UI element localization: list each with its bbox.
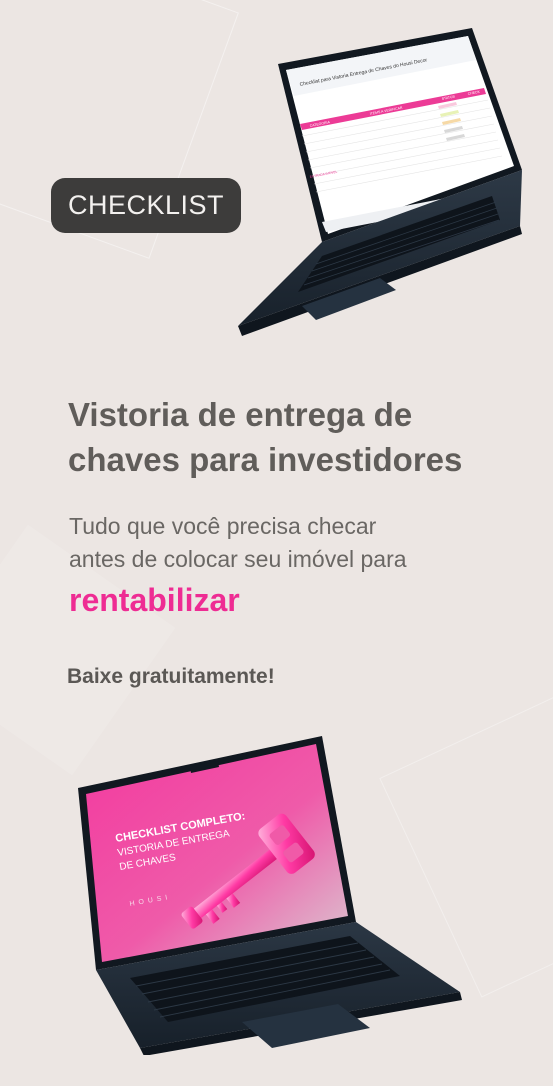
page-title: Vistoria de entrega de chaves para inves… [68,392,528,482]
subtitle-line-1: Tudo que você precisa checar [69,513,377,539]
laptop-spreadsheet-image: Checklist para Vistoria Entrega de Chave… [230,20,540,340]
checklist-badge: CHECKLIST [51,178,241,233]
laptop-cover-image: CHECKLIST COMPLETO: VISTORIA DE ENTREGA … [70,730,465,1055]
download-cta[interactable]: Baixe gratuitamente! [67,665,275,689]
subtitle-line-2: antes de colocar seu imóvel para [69,546,407,572]
subtitle: Tudo que você precisa checar antes de co… [69,510,509,576]
title-line-2: chaves para investidores [68,441,463,478]
highlight-word: rentabilizar [69,582,240,618]
title-line-1: Vistoria de entrega de [68,396,413,433]
